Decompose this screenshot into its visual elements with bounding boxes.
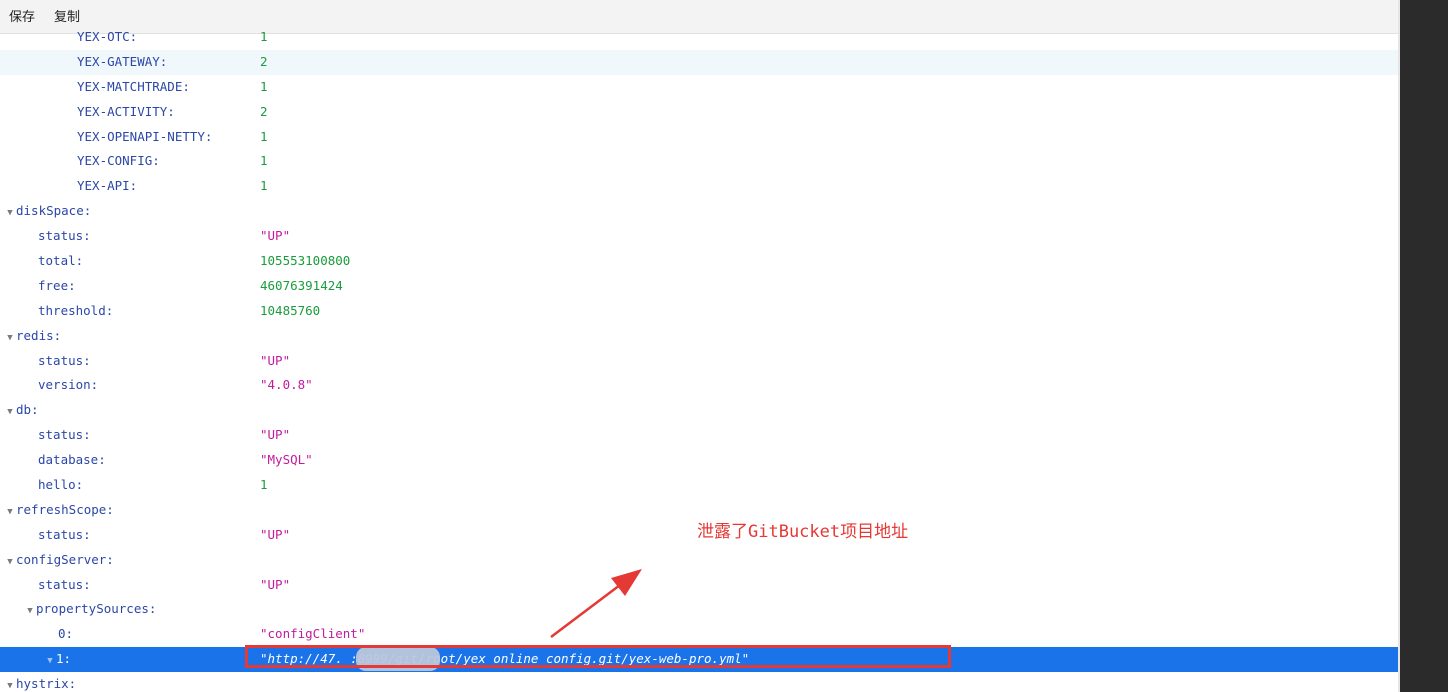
annotation-text: 泄露了GitBucket项目地址: [697, 522, 909, 542]
dark-side-panel: [1400, 0, 1448, 692]
annotation-arrow-icon: [550, 569, 642, 638]
json-viewer: 保存 复制 YEX-OTC: 1 YEX-GATEWAY: 2 YEX-MATCHTRA…: [0, 0, 1400, 692]
